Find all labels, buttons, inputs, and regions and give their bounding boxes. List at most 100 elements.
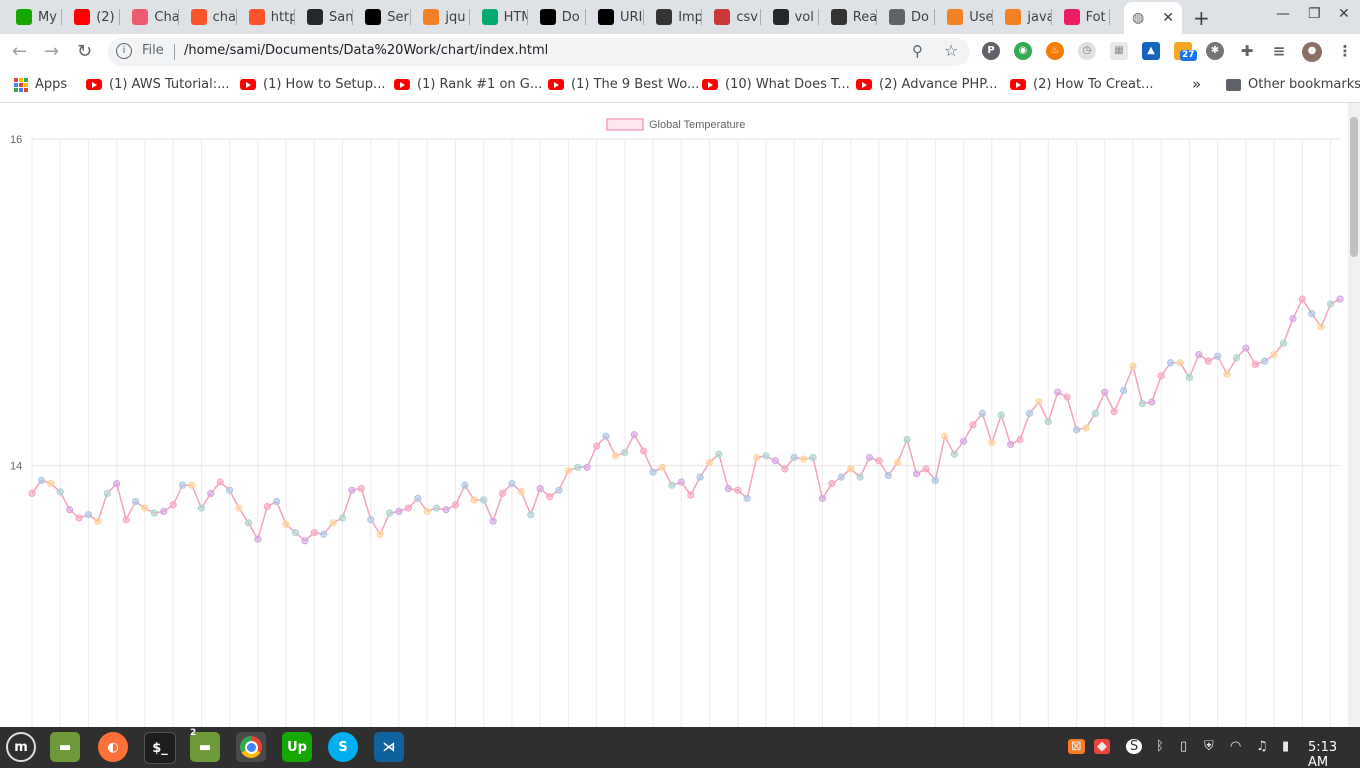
tab-6[interactable]: Ser bbox=[357, 4, 412, 30]
tab-label: cha bbox=[212, 9, 236, 25]
clock[interactable]: 5:13 AM bbox=[1308, 740, 1360, 770]
folder-icon-2[interactable]: 2 ▬ bbox=[190, 728, 220, 762]
zoom-icon[interactable]: ⚲ bbox=[912, 42, 923, 60]
bookmark-item[interactable]: (1) How to Setup... bbox=[240, 77, 385, 92]
tab-label: Fot bbox=[1085, 9, 1106, 25]
bluetooth-icon[interactable]: ᛒ bbox=[1156, 739, 1164, 754]
skype-icon[interactable]: S bbox=[328, 732, 358, 762]
upwork-icon bbox=[16, 9, 32, 25]
tab-5[interactable]: San bbox=[299, 4, 354, 30]
folder-icon[interactable]: ▬ bbox=[50, 732, 80, 762]
bookmark-item[interactable]: (1) Rank #1 on G... bbox=[394, 77, 542, 92]
extension-docker-icon[interactable]: ▲ bbox=[1142, 42, 1160, 60]
tab-16[interactable]: Use bbox=[939, 4, 994, 30]
tab-11[interactable]: Imp bbox=[648, 4, 703, 30]
data-point bbox=[1251, 360, 1259, 368]
close-window-button[interactable]: ✕ bbox=[1338, 6, 1350, 22]
back-button[interactable]: ← bbox=[12, 41, 27, 62]
data-point bbox=[1025, 409, 1034, 417]
apps-label: Apps bbox=[35, 77, 68, 92]
maximize-button[interactable]: ❐ bbox=[1308, 6, 1321, 22]
tab-label: vol bbox=[794, 9, 814, 25]
data-point bbox=[771, 457, 779, 465]
tab-10[interactable]: URI bbox=[590, 4, 645, 30]
scrollbar-thumb[interactable] bbox=[1350, 117, 1358, 257]
tab-14[interactable]: Rea bbox=[823, 4, 877, 30]
vscode-icon[interactable]: ⋊ bbox=[374, 732, 404, 762]
bookmark-item[interactable]: (1) AWS Tutorial:... bbox=[86, 77, 230, 92]
youtube-icon bbox=[86, 79, 102, 90]
skype-tray-icon[interactable]: S bbox=[1126, 739, 1143, 754]
anydesk-icon[interactable]: ◆ bbox=[1094, 739, 1110, 754]
data-point bbox=[508, 480, 516, 488]
data-point bbox=[658, 463, 667, 471]
media-control-icon[interactable]: ≡ bbox=[1270, 42, 1288, 60]
youtube-icon bbox=[394, 79, 410, 90]
firefox-icon[interactable]: ◐ bbox=[98, 732, 128, 762]
apps-shortcut[interactable]: Apps bbox=[14, 77, 67, 92]
shield-icon[interactable]: ⛨ bbox=[1204, 739, 1214, 754]
chrome-icon[interactable] bbox=[236, 732, 266, 762]
extension-grey-icon[interactable]: ▦ bbox=[1110, 42, 1128, 60]
clipboard-icon[interactable]: ▯ bbox=[1180, 739, 1187, 754]
data-point bbox=[922, 465, 930, 473]
tab-8[interactable]: HTM bbox=[474, 4, 528, 30]
url-text[interactable]: /home/sami/Documents/Data%20Work/chart/i… bbox=[184, 43, 548, 58]
bookmark-item[interactable]: (2) Advance PHP... bbox=[856, 77, 997, 92]
data-point bbox=[959, 437, 968, 445]
forward-button[interactable]: → bbox=[44, 41, 59, 62]
extension-badge-icon[interactable]: 27 bbox=[1174, 42, 1197, 61]
extension-timer-icon[interactable]: ◷ bbox=[1078, 42, 1096, 60]
minimize-button[interactable]: — bbox=[1276, 6, 1290, 22]
bookmark-item[interactable]: (2) How To Creat... bbox=[1010, 77, 1153, 92]
extension-color-icon[interactable]: ◉ bbox=[1014, 42, 1032, 60]
battery-icon[interactable]: ▮ bbox=[1282, 739, 1289, 754]
extension-fire-icon[interactable]: ♨ bbox=[1046, 42, 1064, 60]
tab-1[interactable]: (2) bbox=[66, 4, 121, 30]
bookmark-item[interactable]: (1) The 9 Best Wo... bbox=[548, 77, 699, 92]
page-scrollbar[interactable] bbox=[1348, 103, 1360, 727]
stackoverflow-icon bbox=[1005, 9, 1022, 25]
data-point bbox=[602, 432, 610, 440]
data-point bbox=[809, 453, 817, 462]
data-point bbox=[1261, 357, 1269, 365]
more-bookmarks-button[interactable]: » bbox=[1192, 75, 1201, 93]
bookmark-item[interactable]: (10) What Does T... bbox=[702, 77, 850, 92]
tab-12[interactable]: csv bbox=[706, 4, 761, 30]
reload-button[interactable]: ↻ bbox=[77, 41, 92, 62]
tab-close-icon[interactable]: ✕ bbox=[1162, 10, 1174, 26]
profile-avatar[interactable]: ● bbox=[1302, 42, 1322, 62]
data-point bbox=[630, 431, 638, 439]
pinterest-icon[interactable]: P bbox=[982, 42, 1000, 60]
tab-0[interactable]: My bbox=[8, 4, 63, 30]
tab-13[interactable]: vol bbox=[765, 4, 819, 30]
tab-9[interactable]: Do bbox=[532, 4, 586, 30]
data-point bbox=[94, 517, 102, 525]
tab-3[interactable]: cha bbox=[183, 4, 237, 30]
extensions-puzzle-icon[interactable]: ✚ bbox=[1238, 42, 1256, 60]
address-bar[interactable]: i File /home/sami/Documents/Data%20Work/… bbox=[108, 38, 970, 66]
tab-7[interactable]: jqu bbox=[415, 4, 470, 30]
new-tab-button[interactable]: + bbox=[1193, 6, 1210, 30]
y-tick-label: 14 bbox=[10, 461, 22, 473]
extension-bug-icon[interactable]: ✱ bbox=[1206, 42, 1224, 60]
data-point bbox=[668, 481, 676, 489]
info-icon[interactable]: i bbox=[116, 43, 132, 59]
tab-18[interactable]: Fot bbox=[1056, 4, 1110, 30]
tab-active[interactable]: ◍ ✕ bbox=[1124, 2, 1182, 34]
terminal-icon[interactable]: $_ bbox=[144, 732, 176, 764]
upwork-icon[interactable]: Up bbox=[282, 732, 312, 762]
xampp-icon[interactable]: ⊠ bbox=[1068, 739, 1085, 754]
data-point bbox=[263, 502, 271, 511]
bookmark-label: (1) AWS Tutorial:... bbox=[109, 77, 230, 92]
bookmark-star-icon[interactable]: ☆ bbox=[944, 41, 958, 60]
menu-kebab-icon[interactable]: ⋮ bbox=[1336, 42, 1354, 60]
wifi-icon[interactable]: ◠ bbox=[1230, 739, 1241, 754]
tab-15[interactable]: Do bbox=[881, 4, 936, 30]
music-icon[interactable]: ♫ bbox=[1256, 739, 1268, 754]
tab-17[interactable]: java bbox=[997, 4, 1052, 30]
tab-4[interactable]: http bbox=[241, 4, 295, 30]
tab-2[interactable]: Cha bbox=[124, 4, 179, 30]
mint-menu-icon[interactable]: m bbox=[6, 732, 36, 762]
other-bookmarks-folder[interactable]: Other bookmarks bbox=[1226, 77, 1360, 92]
